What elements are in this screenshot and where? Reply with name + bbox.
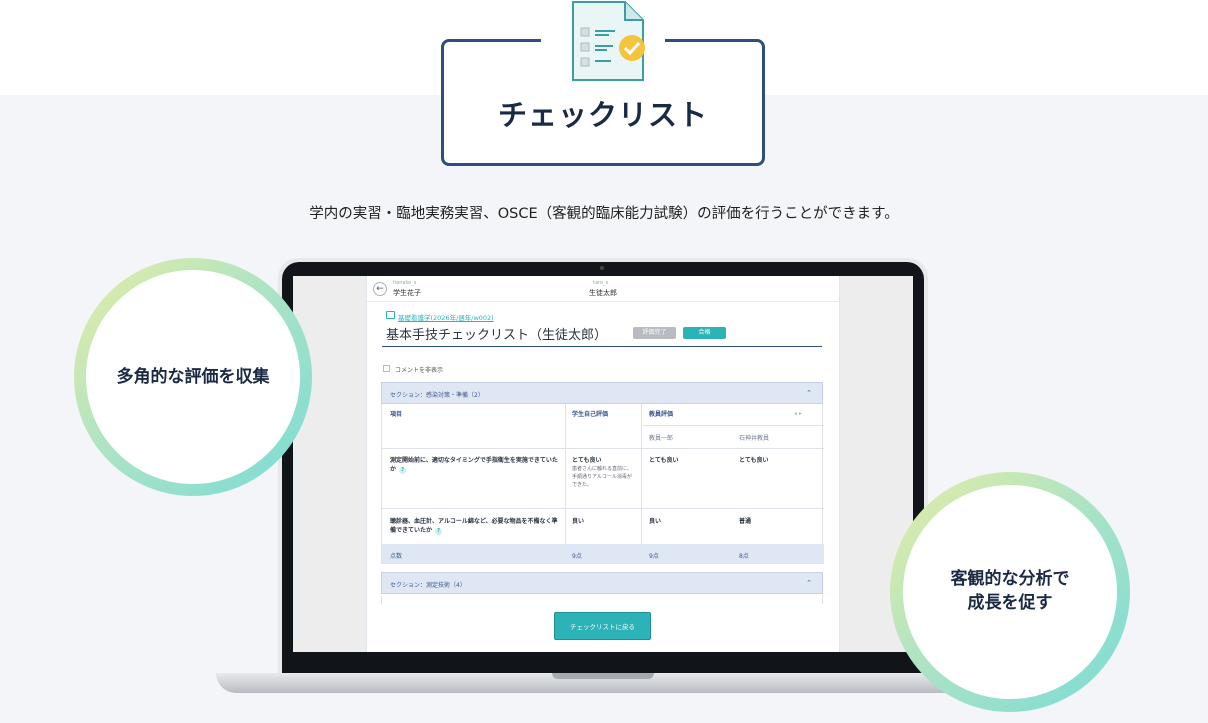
header-item: 項目: [390, 411, 403, 418]
prev-next-arrows-icon[interactable]: ◂ ▸: [794, 410, 802, 417]
row1-self-comment: 患者さんに触れる直前に、手順通りアルコール消毒ができた。: [572, 466, 632, 488]
back-to-checklist-button[interactable]: チェックリストに戻る: [554, 612, 651, 640]
row2-teacher2: 普通: [739, 518, 752, 525]
chevron-up-icon[interactable]: ⌃: [806, 579, 812, 587]
feature-right-line1: 客観的な分析で: [950, 569, 1070, 589]
hide-comments-label: コメントを非表示: [395, 367, 444, 374]
row2-item: 聴診器、血圧計、アルコール綿など、必要な物品を不備なく準備できていたか?: [390, 518, 558, 535]
camera-dot: [600, 266, 604, 270]
target-user-id: taro_s: [593, 280, 609, 286]
app-panel: ← hanako_s 学生花子 taro_s 生徒太郎 基礎看護学(2026年/…: [366, 276, 841, 652]
hide-comments-checkbox[interactable]: [383, 365, 390, 372]
checklist-title: 基本手技チェックリスト（生徒太郎）: [386, 328, 608, 343]
result-badge: 合格: [683, 327, 726, 339]
student-user-name: 学生花子: [393, 289, 421, 297]
score-teacher2: 8点: [739, 553, 749, 560]
score-label: 点数: [390, 553, 403, 560]
header-teacher1: 教員一郎: [649, 435, 674, 442]
target-user-name: 生徒太郎: [589, 289, 617, 297]
status-badge: 評価完了: [633, 327, 676, 339]
row1-item: 測定開始前に、適切なタイミングで手指衛生を実施できていたか?: [390, 457, 558, 474]
section-label: セクション：測定技術（4）: [390, 582, 466, 589]
course-icon: [386, 311, 395, 319]
help-icon[interactable]: ?: [435, 528, 443, 535]
header-teacher-eval: 教員評価: [649, 411, 674, 418]
score-teacher1: 9点: [649, 553, 659, 560]
header-teacher2: 石神井教員: [739, 435, 770, 442]
header-self-eval: 学生自己評価: [572, 411, 609, 418]
student-user-id: hanako_s: [393, 280, 417, 286]
breadcrumb[interactable]: 基礎看護学(2026年/週年/w002): [398, 312, 494, 322]
chevron-up-icon[interactable]: ⌃: [806, 389, 812, 397]
back-arrow-icon[interactable]: ←: [373, 282, 387, 296]
row2-teacher1: 良い: [649, 518, 662, 525]
page-title: チェックリスト: [497, 98, 708, 132]
app-header: ← hanako_s 学生花子 taro_s 生徒太郎: [367, 276, 841, 302]
row1-self: とても良い: [572, 457, 602, 464]
score-row: 点数 9点 9点 8点: [382, 544, 824, 564]
evaluation-table: 項目 学生自己評価 教員評価 ◂ ▸ 教員一郎 石神井教員 測定開始前に、適切な…: [381, 404, 824, 564]
row2-self: 良い: [572, 518, 585, 525]
section-label: セクション：感染対策・準備（2）: [390, 392, 484, 399]
feature-right-line2: 成長を促す: [967, 593, 1053, 613]
help-icon[interactable]: ?: [399, 467, 407, 474]
section-header-infection[interactable]: セクション：感染対策・準備（2） ⌃: [381, 382, 823, 404]
checklist-document-icon: [572, 1, 645, 81]
page-subtitle: 学内の実習・臨地実務実習、OSCE（客観的臨床能力試験）の評価を行うことができま…: [309, 206, 899, 222]
laptop-screen: ← hanako_s 学生花子 taro_s 生徒太郎 基礎看護学(2026年/…: [293, 276, 913, 652]
section2-body: [381, 596, 823, 604]
section-header-technique[interactable]: セクション：測定技術（4） ⌃: [381, 572, 823, 594]
row1-teacher2: とても良い: [739, 457, 769, 464]
feature-left-text: 多角的な評価を収集: [116, 367, 270, 387]
title-divider: [382, 346, 822, 347]
score-self: 9点: [572, 553, 582, 560]
laptop-notch: [552, 673, 654, 679]
row1-teacher1: とても良い: [649, 457, 679, 464]
